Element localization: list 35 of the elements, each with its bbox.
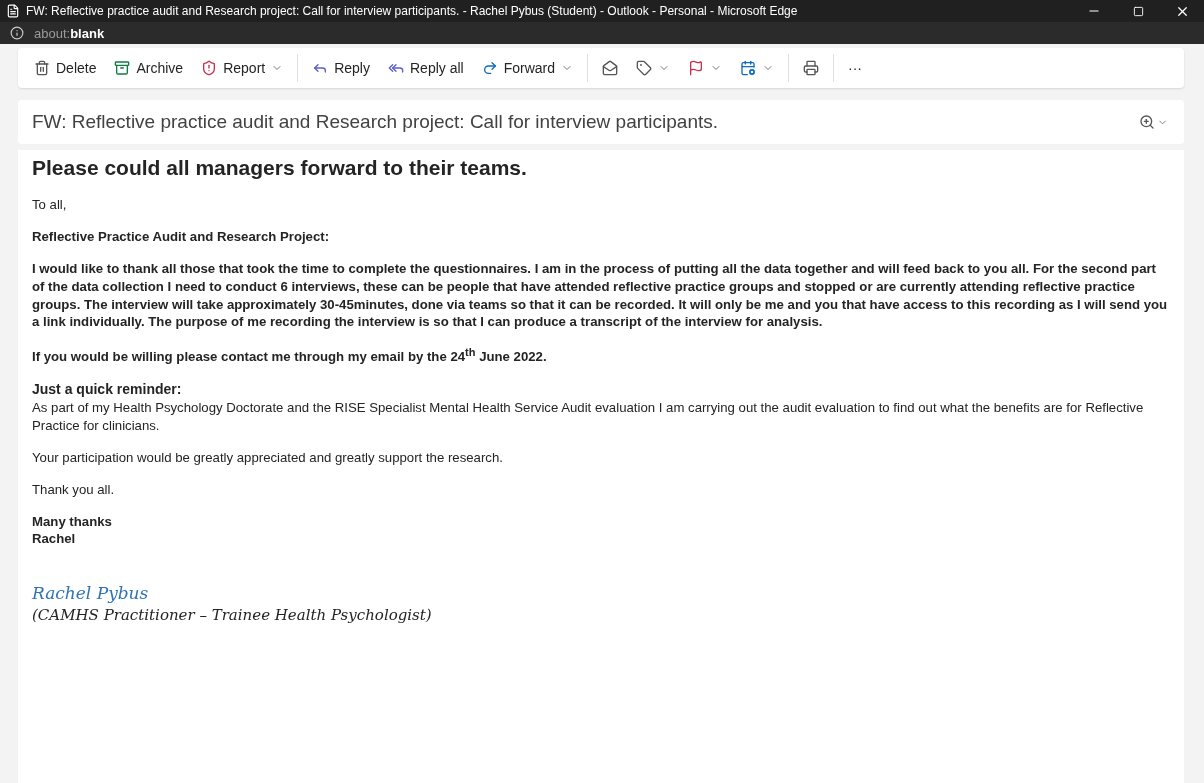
body-paragraph: As part of my Health Psychology Doctorate and the RISE Specialist Mental Health Service Audit evaluation I am carrying out the audit evaluation to find out what the benefits are for Reflective Practice for clinicians. <box>32 399 1145 435</box>
body-paragraph: To all, <box>32 196 68 215</box>
body-paragraph: Reflective Practice Audit and Research Project: <box>32 228 331 246</box>
report-icon <box>201 60 218 76</box>
body-paragraph: Rachel <box>32 530 77 549</box>
maximize-icon[interactable] <box>1132 5 1144 17</box>
report-button[interactable]: Report <box>193 53 292 83</box>
signature-text: Rachel Pybus <box>32 582 150 606</box>
forward-icon <box>481 60 498 76</box>
tag-icon <box>636 60 653 76</box>
reply-button[interactable]: Reply <box>304 53 378 83</box>
window-title: FW: Reflective practice audit and Research project: Call for interview participants. - Rachel Pybus (Student) - Outlook - Personal - Microsoft Edge <box>26 4 799 18</box>
archive-icon <box>114 60 131 76</box>
delete-icon <box>34 60 50 76</box>
zoom-in-icon <box>1139 114 1155 130</box>
address-text[interactable]: about:blank <box>34 25 105 41</box>
body-paragraph: Thank you all. <box>32 480 116 499</box>
page-icon <box>6 4 20 18</box>
delete-button[interactable]: Delete <box>26 53 105 83</box>
email-subject: FW: Reflective practice audit and Research project: Call for interview participants. <box>32 111 720 133</box>
body-paragraph: I would like to thank all those that took the time to complete the questionnaires. I am in the process of putting all the data together and will feed back to you all. For the second part of the data collection I need to conduct 6 interviews, these can be people that have attended reflective practice groups and stopped or are currently attending reflective practice groups. The interview will take approximately 30-45minutes, done via teams so that it can be recorded. It will only be me and you that have access to this recording as I will send you a link individually. The purpose of me recording the interview is so that I can produce a transcript of the interview for analysis. <box>32 259 1169 332</box>
message-heading: Please could all managers forward to their teams. <box>32 155 528 181</box>
body-paragraph: If you would be willing please contact me through my email by the 24$^{th}$ June 2022. <box>32 345 548 367</box>
reply-all-button[interactable]: Reply all <box>380 53 472 83</box>
body-paragraph: Your participation would be greatly appreciated and greatly support the research. <box>32 448 504 467</box>
more-button[interactable]: ··· <box>840 53 871 83</box>
forward-button[interactable]: Forward <box>473 53 582 83</box>
print-icon <box>803 60 820 76</box>
envelope-icon <box>602 60 619 76</box>
signature-text: (CAMHS Practitioner – Trainee Health Psychologist) <box>32 605 433 626</box>
flag-icon <box>688 60 705 76</box>
body-paragraph: Just a quick reminder: <box>32 380 183 400</box>
body-paragraph: Many thanks <box>32 512 113 531</box>
info-icon[interactable] <box>10 26 24 40</box>
archive-button[interactable]: Archive <box>106 53 192 83</box>
